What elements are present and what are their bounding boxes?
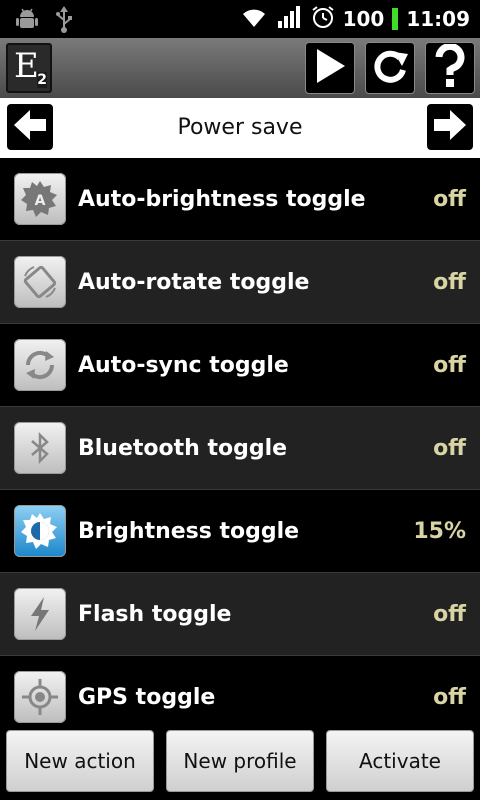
action-label: Bluetooth toggle	[78, 436, 288, 461]
help-button[interactable]	[425, 42, 475, 94]
clock: 11:09	[406, 7, 470, 31]
wifi-icon	[239, 5, 269, 33]
brightness-icon	[14, 505, 66, 557]
action-label: Brightness toggle	[78, 519, 300, 544]
list-item-gps[interactable]: GPS toggle off	[0, 656, 480, 730]
usb-icon	[54, 6, 74, 38]
action-label: Auto-rotate toggle	[78, 270, 310, 295]
battery-level: 100	[342, 7, 385, 31]
action-label: Auto-sync toggle	[78, 353, 289, 378]
logo-subscript: 2	[37, 72, 47, 88]
action-value: 15%	[413, 519, 466, 544]
sync-icon	[14, 339, 66, 391]
new-profile-button[interactable]: New profile	[166, 730, 314, 792]
list-item-bluetooth[interactable]: Bluetooth toggle off	[0, 407, 480, 490]
new-action-button[interactable]: New action	[6, 730, 154, 792]
logo-letter: E	[14, 46, 39, 86]
action-value: off	[433, 685, 466, 710]
action-value: off	[433, 270, 466, 295]
action-value: off	[433, 436, 466, 461]
list-item-flash[interactable]: Flash toggle off	[0, 573, 480, 656]
app-toolbar: E 2	[0, 38, 480, 98]
flash-icon	[14, 588, 66, 640]
activate-button[interactable]: Activate	[326, 730, 474, 792]
play-icon	[313, 47, 347, 89]
next-profile-button[interactable]	[427, 104, 473, 150]
action-label: Auto-brightness toggle	[78, 187, 366, 212]
list-item-auto-rotate[interactable]: Auto-rotate toggle off	[0, 241, 480, 324]
refresh-button[interactable]	[365, 42, 415, 94]
android-debug-icon	[14, 6, 40, 38]
refresh-icon	[370, 46, 410, 90]
action-label: Flash toggle	[78, 602, 232, 627]
auto-brightness-icon: A	[14, 173, 66, 225]
signal-icon	[277, 5, 303, 33]
battery-icon	[392, 8, 399, 30]
status-bar: 100 11:09	[0, 0, 480, 38]
action-list: A Auto-brightness toggle off Auto-rotate…	[0, 158, 480, 730]
arrow-right-icon	[432, 108, 468, 146]
action-value: off	[433, 353, 466, 378]
action-value: off	[433, 602, 466, 627]
list-item-auto-sync[interactable]: Auto-sync toggle off	[0, 324, 480, 407]
bottom-button-bar: New action New profile Activate	[0, 730, 480, 800]
run-button[interactable]	[305, 42, 355, 94]
action-value: off	[433, 187, 466, 212]
list-item-brightness[interactable]: Brightness toggle 15%	[0, 490, 480, 573]
alarm-icon	[311, 5, 335, 33]
gps-icon	[14, 671, 66, 723]
profile-bar: Power save	[0, 98, 480, 158]
rotate-icon	[14, 256, 66, 308]
profile-title: Power save	[177, 115, 303, 140]
help-icon	[433, 42, 467, 92]
previous-profile-button[interactable]	[7, 104, 53, 150]
action-label: GPS toggle	[78, 685, 216, 710]
arrow-left-icon	[12, 108, 48, 146]
bluetooth-icon	[14, 422, 66, 474]
svg-text:A: A	[35, 193, 46, 209]
app-logo: E 2	[6, 43, 52, 93]
list-item-auto-brightness[interactable]: A Auto-brightness toggle off	[0, 158, 480, 241]
